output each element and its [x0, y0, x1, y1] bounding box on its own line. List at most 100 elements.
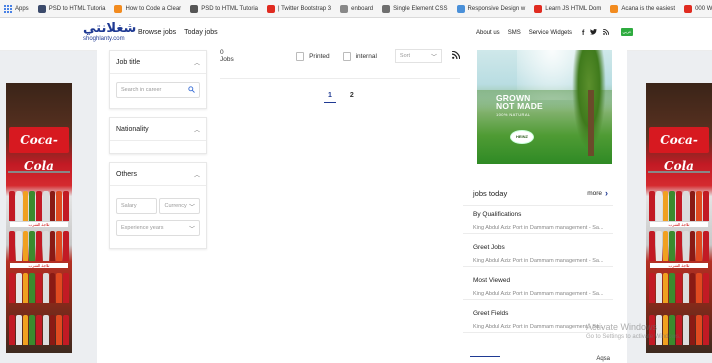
chevron-down-icon: ﹀ [431, 54, 438, 61]
jobs-today-title: jobs today [473, 188, 508, 198]
job-snippet[interactable]: King Abdul Aziz Port in Dammam managemen… [473, 225, 603, 231]
job-title-header[interactable]: Job title ︿ [110, 51, 206, 74]
chevron-up-icon[interactable]: ︿ [194, 170, 200, 179]
bookmark-item[interactable]: Acana is the easiest [610, 4, 675, 13]
currency-select[interactable]: Currency ﹀ [159, 198, 200, 214]
jobs-today-item[interactable]: Greet Jobs King Abdul Aziz Port in Dammam… [463, 239, 613, 267]
bookmark-item[interactable]: Single Element CSS [382, 4, 448, 13]
results-divider [220, 78, 460, 79]
bookmark-label: Single Element CSS [393, 5, 448, 12]
ad-tagline: 100% NATURAL [496, 112, 531, 117]
coca-cola-logo: Coca-Cola [9, 127, 69, 173]
social-links: f [582, 28, 610, 37]
bottle-shelf [9, 273, 70, 303]
chevron-up-icon[interactable]: ︿ [194, 58, 200, 67]
job-title-panel: Job title ︿ Search in career [109, 50, 207, 109]
job-category-title[interactable]: Most Viewed [473, 277, 603, 284]
experience-placeholder: Experience years [121, 225, 164, 231]
nav-browse-jobs[interactable]: Browse jobs [138, 29, 176, 36]
page-2-link[interactable]: 2 [350, 92, 354, 103]
bookmark-item[interactable]: Learn JS HTML Dom [534, 4, 601, 13]
jobs-today-widget: jobs today more › By Qualifications King … [463, 181, 613, 338]
bookmark-item[interactable]: 000 What is Angular [684, 4, 712, 13]
jobs-count: 0 Jobs [220, 49, 234, 63]
site-logo[interactable]: شغلانتي shoghlanty.com [83, 22, 136, 42]
twitter-icon[interactable] [590, 29, 598, 37]
nav-service-widgets[interactable]: Service Widgets [529, 30, 572, 36]
heinz-logo: HEINZ [510, 130, 534, 144]
bottle-shelf [9, 315, 70, 345]
ad-strip-text: ثلاجة الشرب [650, 263, 708, 268]
printed-checkbox[interactable] [296, 51, 305, 61]
chevron-up-icon[interactable]: ︿ [194, 125, 200, 134]
sort-placeholder: Sort [399, 53, 410, 59]
bookmark-label: PSD to HTML Tutoria [48, 5, 106, 12]
search-placeholder: Search in career [121, 87, 162, 93]
job-category-title[interactable]: Greet Fields [473, 310, 603, 317]
panel-title: Others [116, 170, 138, 178]
language-switch-button[interactable]: عربي [621, 28, 633, 36]
nav-about-us[interactable]: About us [476, 30, 500, 36]
nav-today-jobs[interactable]: Today jobs [184, 29, 217, 36]
internal-checkbox[interactable] [342, 51, 351, 61]
more-link[interactable]: more › [587, 188, 608, 198]
ad-headline: GROWN NOT MADE [496, 93, 543, 111]
chevron-down-icon: ﹀ [188, 204, 195, 211]
right-column: GROWN NOT MADE 100% NATURAL HEINZ jobs t… [463, 50, 613, 363]
others-panel: Others ︿ Salary Currency ﹀ Experience ye… [109, 162, 207, 249]
right-ad-banner[interactable]: Coca-Cola ثلاجة الشرب ثلاجة الشرب [646, 83, 712, 353]
job-snippet[interactable]: King Abdul Aziz Port in Dammam managemen… [473, 258, 603, 264]
sort-select[interactable]: Sort ﹀ [394, 49, 443, 63]
job-category-title[interactable]: Greet Jobs [473, 244, 603, 251]
bookmarks-bar: Apps PSD to HTML Tutoria How to Code a Cle… [0, 0, 712, 18]
logo-domain: shoghlanty.com [83, 36, 125, 42]
pagination: 1 2 [324, 92, 354, 103]
ad-strip-text: ثلاجة الشرب [10, 222, 68, 227]
bookmark-item[interactable]: PSD to HTML Tutoria [190, 4, 258, 13]
chevron-right-icon: › [605, 188, 608, 198]
printed-label: Printed [309, 52, 330, 60]
bookmark-item[interactable]: enboard [340, 4, 373, 13]
favicon-icon [456, 4, 465, 13]
currency-placeholder: Currency [164, 203, 187, 209]
bookmark-item[interactable]: | Twitter Bootstrap 3 [266, 4, 331, 13]
heinz-ad-banner[interactable]: GROWN NOT MADE 100% NATURAL HEINZ [477, 50, 612, 164]
left-ad-banner[interactable]: Coca-Cola ثلاجة الشرب ثلاجة الشرب [6, 83, 72, 353]
bottle-shelf [649, 191, 710, 221]
job-snippet[interactable]: King Abdul Aziz Port in Dammam managemen… [473, 324, 603, 330]
rss-icon[interactable] [451, 50, 461, 61]
search-icon[interactable] [188, 85, 195, 95]
bookmark-item[interactable]: How to Code a Clear [114, 4, 181, 13]
facebook-icon[interactable]: f [582, 30, 584, 37]
rss-icon[interactable] [603, 28, 610, 37]
favicon-icon [610, 4, 619, 13]
job-snippet[interactable]: King Abdul Aziz Port in Dammam managemen… [473, 291, 603, 297]
experience-select[interactable]: Experience years ﹀ [116, 220, 200, 236]
page-1-link[interactable]: 1 [324, 92, 336, 103]
footer-peek: Aqsa [470, 355, 610, 363]
footer-label: Aqsa [596, 356, 610, 362]
bottle-shelf [9, 191, 70, 221]
job-results: 0 Jobs Printed internal Sort ﹀ 1 2 [220, 49, 461, 363]
favicon-icon [340, 4, 349, 13]
career-search-input[interactable]: Search in career [116, 82, 200, 98]
nationality-header[interactable]: Nationality ︿ [110, 118, 206, 141]
salary-input[interactable]: Salary [116, 198, 158, 214]
bottle-shelf [649, 273, 710, 303]
favicon-icon [684, 4, 693, 13]
site-header: شغلانتي shoghlanty.com Browse jobs Today… [0, 18, 712, 51]
favicon-icon [190, 4, 199, 13]
job-category-title[interactable]: By Qualifications [473, 211, 603, 218]
jobs-today-item[interactable]: Most Viewed King Abdul Aziz Port in Damma… [463, 272, 613, 300]
bookmark-item[interactable]: Responsive Design w [456, 4, 525, 13]
bookmark-item[interactable]: PSD to HTML Tutoria [37, 4, 106, 13]
others-header[interactable]: Others ︿ [110, 163, 206, 186]
primary-nav: Browse jobs Today jobs [138, 29, 218, 36]
ad-strip-text: ثلاجة الشرب [650, 222, 708, 227]
logo-arabic: شغلانتي [83, 21, 137, 36]
bookmark-item[interactable]: Apps [4, 4, 29, 13]
salary-placeholder: Salary [121, 203, 137, 209]
nav-sms[interactable]: SMS [508, 30, 521, 36]
secondary-nav: About us SMS Service Widgets [476, 30, 572, 36]
jobs-today-item[interactable]: By Qualifications King Abdul Aziz Port in… [463, 206, 613, 234]
